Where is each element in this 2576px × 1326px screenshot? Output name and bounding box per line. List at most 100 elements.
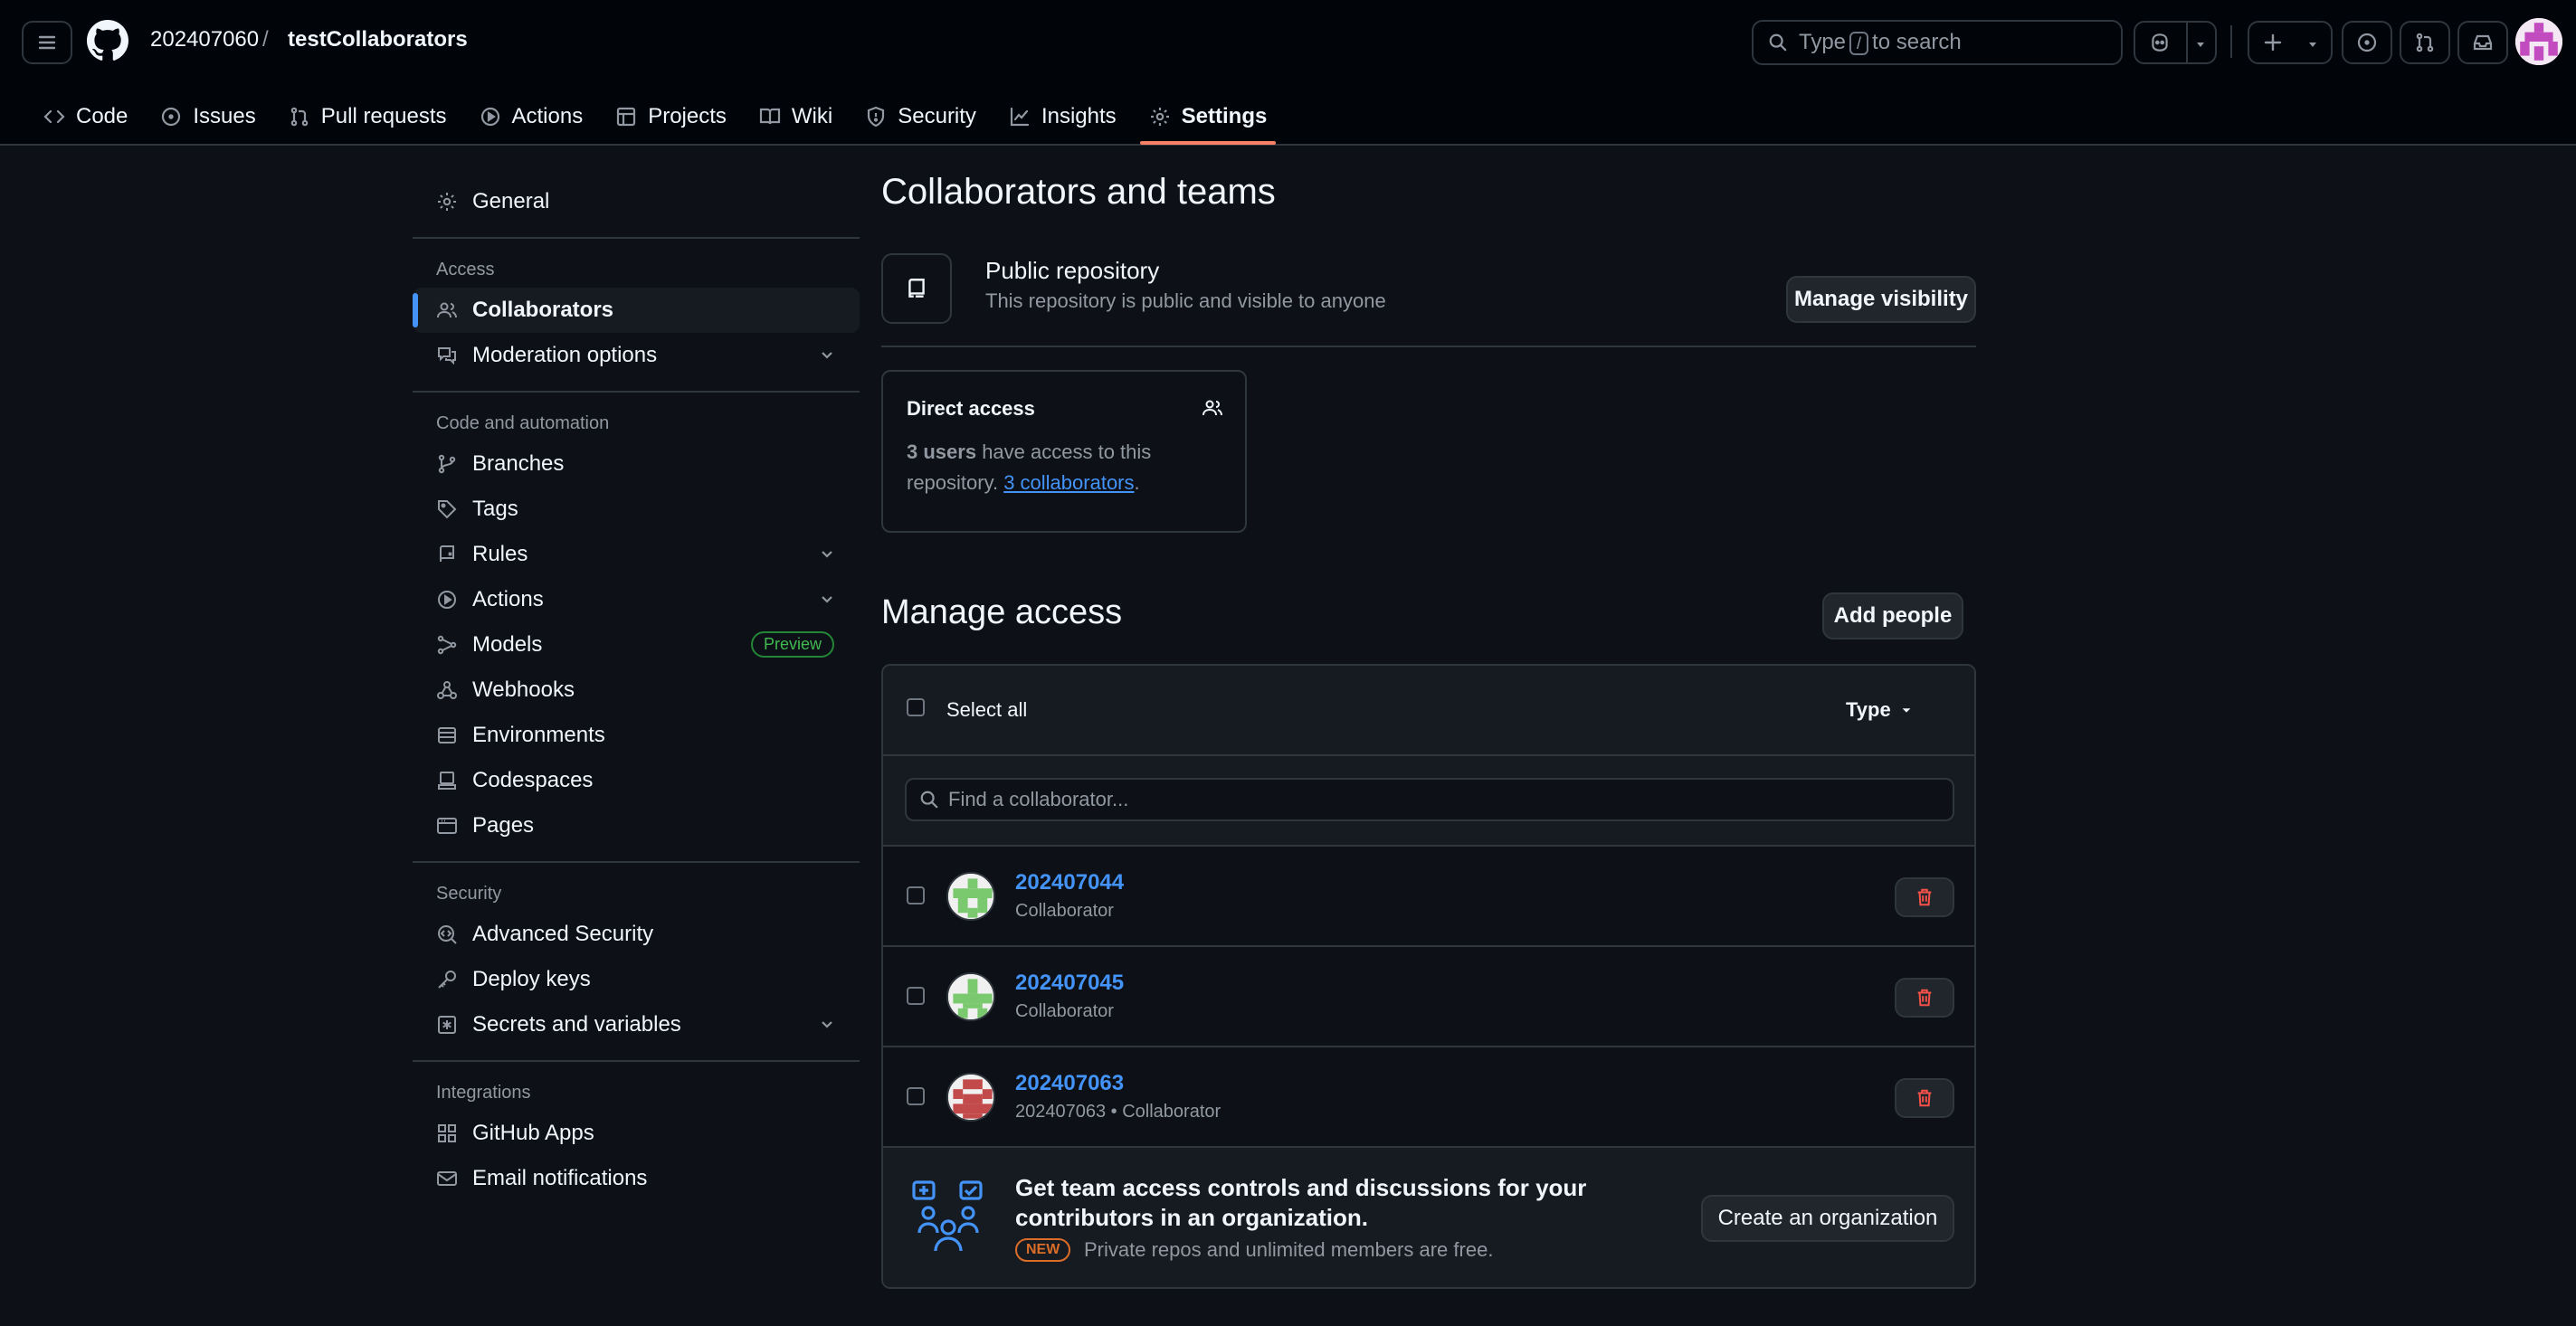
tag-icon [438,500,457,519]
new-badge: NEW [1015,1238,1071,1262]
book-icon [759,108,781,125]
tab-actions[interactable]: Actions [463,89,600,145]
sidebar-item-tags[interactable]: Tags [413,487,860,532]
tab-issues[interactable]: Issues [144,89,271,145]
row-checkbox[interactable] [907,886,925,905]
avatar[interactable] [946,972,995,1021]
repo-link[interactable]: testCollaborators [288,27,468,52]
row-checkbox[interactable] [907,1087,925,1105]
sidebar-item-models[interactable]: Models Preview [413,622,860,668]
type-filter[interactable]: Type [1846,698,1913,722]
repo-icon [908,279,925,298]
type-filter-label: Type [1846,698,1891,721]
inbox-icon [2473,34,2493,51]
sidebar-item-label: Environments [472,723,605,747]
access-text-end: . [1134,471,1140,494]
sidebar-item-rules[interactable]: Rules [413,532,860,577]
chevron-down-icon [822,596,832,603]
tab-wiki[interactable]: Wiki [743,89,849,145]
add-people-button[interactable]: Add people [1822,592,1963,639]
sidebar-item-general[interactable]: General [413,179,860,224]
tab-security[interactable]: Security [849,89,993,145]
create-new-button[interactable] [2248,21,2333,64]
tab-code[interactable]: Code [27,89,144,145]
sidebar-divider [413,237,860,239]
pull-requests-button[interactable] [2400,21,2450,64]
sidebar-item-branches[interactable]: Branches [413,441,860,487]
people-icon [437,302,457,318]
tab-settings[interactable]: Settings [1133,89,1284,145]
remove-collaborator-button[interactable] [1895,877,1954,917]
sidebar-item-webhooks[interactable]: Webhooks [413,668,860,713]
inbox-button[interactable] [2457,21,2508,64]
copilot-icon [2152,33,2168,52]
github-logo-icon[interactable] [87,20,128,62]
select-all-checkbox[interactable] [907,698,925,716]
sidebar-item-environments[interactable]: Environments [413,713,860,758]
divider [881,346,1976,347]
avatar[interactable] [946,872,995,921]
key-asterisk-icon [438,1016,456,1034]
sidebar-item-label: Email notifications [472,1166,648,1190]
sidebar-item-deploy-keys[interactable]: Deploy keys [413,957,860,1002]
table-row: 202407044 Collaborator [883,847,1974,947]
plus-icon [2264,33,2282,52]
owner-link[interactable]: 202407060 [150,27,259,52]
collaborators-link[interactable]: 3 collaborators [1003,471,1134,494]
mail-icon [437,1171,457,1186]
sidebar-item-codespaces[interactable]: Codespaces [413,758,860,803]
sidebar-item-moderation[interactable]: Moderation options [413,333,860,378]
sidebar-item-actions[interactable]: Actions [413,577,860,622]
sidebar-heading-code: Code and automation [436,412,610,433]
search-suffix: to search [1872,30,1962,54]
sidebar-divider [413,861,860,863]
sidebar-item-collaborators[interactable]: Collaborators [413,288,860,333]
collaborator-name[interactable]: 202407045 [1015,971,1124,996]
manage-visibility-button[interactable]: Manage visibility [1786,276,1976,323]
sidebar-item-secrets[interactable]: Secrets and variables [413,1002,860,1047]
tab-projects[interactable]: Projects [599,89,743,145]
users-count: 3 users [907,440,977,463]
chevron-down-icon [2309,43,2316,47]
menu-button[interactable] [22,21,72,64]
pull-request-icon [290,107,309,127]
trash-icon [1917,1089,1932,1107]
sidebar-item-label: Branches [472,451,565,476]
top-bar: 202407060 / testCollaborators Type / to se… [0,0,2576,85]
find-collaborator-input[interactable]: Find a collaborator... [905,778,1954,821]
header-divider [2230,25,2232,58]
tab-insights[interactable]: Insights [993,89,1133,145]
sidebar-item-label: General [472,189,550,213]
avatar[interactable] [946,1073,995,1122]
sidebar-item-pages[interactable]: Pages [413,803,860,848]
collaborator-name[interactable]: 202407044 [1015,870,1124,895]
key-icon [438,971,456,989]
promo-title: Get team access controls and discussions… [1015,1174,1587,1231]
find-collaborator-placeholder: Find a collaborator... [948,788,1129,810]
collaborator-name[interactable]: 202407063 [1015,1071,1124,1096]
sidebar-item-email-notifications[interactable]: Email notifications [413,1156,860,1201]
table-row: 202407063 202407063 • Collaborator [883,1047,1974,1148]
select-all-label: Select all [946,698,1028,721]
copilot-button[interactable] [2134,21,2217,64]
row-checkbox[interactable] [907,987,925,1005]
search-icon [920,791,938,809]
create-organization-button[interactable]: Create an organization [1701,1195,1954,1242]
visibility-desc: This repository is public and visible to… [985,289,1386,312]
gear-icon [1150,108,1169,126]
manage-access-heading: Manage access [881,593,1123,631]
app-header: 202407060 / testCollaborators Type / to se… [0,0,2576,146]
sidebar-item-advanced-security[interactable]: Advanced Security [413,912,860,957]
tab-label: Wiki [791,104,833,128]
remove-collaborator-button[interactable] [1895,1078,1954,1118]
issues-button[interactable] [2342,21,2392,64]
search-input[interactable]: Type / to search [1752,20,2123,65]
tab-label: Projects [648,104,727,128]
browser-icon [437,818,457,834]
user-avatar[interactable] [2515,18,2562,65]
remove-collaborator-button[interactable] [1895,978,1954,1018]
sidebar-item-github-apps[interactable]: GitHub Apps [413,1111,860,1156]
sidebar-item-label: Tags [472,497,518,521]
sidebar-item-label: Rules [472,542,528,566]
tab-pull-requests[interactable]: Pull requests [272,89,463,145]
